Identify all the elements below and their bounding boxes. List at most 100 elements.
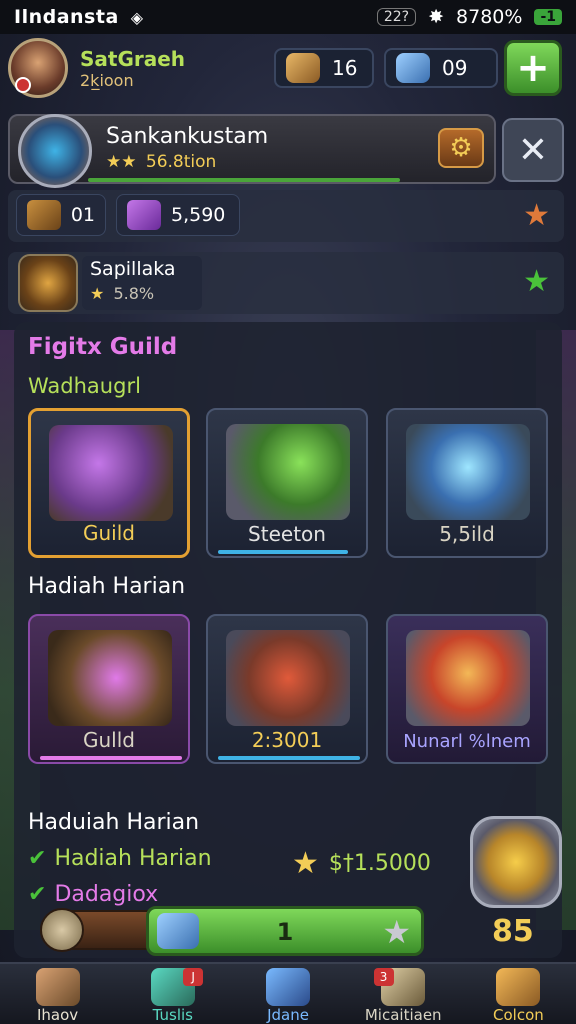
status-bar: Ilndansta ◈ 22? ✸ 8780% -1 xyxy=(0,0,576,34)
claim-button[interactable]: 1 ★ xyxy=(146,906,424,956)
card-label: Gulld xyxy=(83,728,135,752)
status-right: 22? ✸ 8780% -1 xyxy=(376,6,562,28)
golden-chest-icon xyxy=(406,630,530,726)
gem-resource[interactable]: 09 xyxy=(384,48,498,88)
quest-banner[interactable]: Sankankustam ★★ 56.8tion ⚙ xyxy=(8,114,496,188)
banner-sub-text: 56.8tion xyxy=(145,152,217,172)
nav-label: Tuslis xyxy=(152,1006,193,1024)
nav-tab-map[interactable]: J Tuslis xyxy=(115,964,230,1024)
reward-amount-text: $†1.5000 xyxy=(328,851,431,876)
guild-emblem-icon xyxy=(18,254,78,312)
daily-section-title: Hadiah Harian xyxy=(28,574,186,599)
nav-tab-crystal[interactable]: Jdane xyxy=(230,964,345,1024)
crystal-icon xyxy=(266,968,310,1006)
nav-label: Jdane xyxy=(267,1006,309,1024)
player-header: SatGraeh 2k̲ioon 16 09 + xyxy=(8,36,568,100)
claim-value: 1 xyxy=(276,918,294,946)
orange-star-icon[interactable]: ★ xyxy=(523,198,550,233)
magic-chest-icon xyxy=(406,424,530,520)
close-button[interactable]: ✕ xyxy=(502,118,564,182)
nav-tab-shop[interactable]: 3 Micaitiaen xyxy=(346,964,461,1024)
status-percent: 8780% xyxy=(456,6,523,28)
gem-chest-icon xyxy=(226,630,350,726)
reward-label: Hadiah Harian xyxy=(54,846,212,871)
reward-count: 85 xyxy=(492,914,534,949)
gear-icon: ✸ xyxy=(428,6,445,28)
chest-counter[interactable]: 01 xyxy=(16,194,106,236)
scroll-icon xyxy=(286,53,320,83)
guild-card-2[interactable]: Steeton xyxy=(206,408,368,558)
guild-info-sub: ★ 5.8% xyxy=(90,284,154,303)
nav-label: Colcon xyxy=(493,1006,544,1024)
crystal-chest-icon xyxy=(48,630,172,726)
card-label: Nunarl %lnem xyxy=(403,731,531,752)
plus-icon: + xyxy=(516,45,550,91)
home-icon xyxy=(35,968,80,1006)
check-icon: ✔ xyxy=(28,846,47,871)
reward-label: Dadagiox xyxy=(54,882,159,907)
nav-label: Ihaov xyxy=(37,1006,79,1024)
potion-icon xyxy=(127,200,161,230)
guild-info-value: 5.8% xyxy=(113,284,155,303)
potion-counter[interactable]: 5,590 xyxy=(116,194,240,236)
guild-card-1[interactable]: Guild xyxy=(28,408,190,558)
card-progress xyxy=(218,550,348,554)
nav-tab-settings[interactable]: Colcon xyxy=(461,964,576,1024)
chest-icon xyxy=(27,200,61,230)
gem-icon xyxy=(396,53,430,83)
avatar-badge xyxy=(15,77,31,93)
crystal-shield-icon xyxy=(18,114,92,188)
silver-star-icon: ★ xyxy=(382,913,411,951)
counter-row: 01 5,590 ★ xyxy=(8,190,564,242)
gear-icon: ⚙ xyxy=(449,133,473,163)
green-star-icon[interactable]: ★ xyxy=(523,264,550,299)
gold-crystal-icon[interactable] xyxy=(470,816,562,908)
player-subtitle: 2k̲ioon xyxy=(80,70,134,90)
nav-label: Micaitiaen xyxy=(364,1006,442,1024)
reward-amount: ★ $†1.5000 xyxy=(292,846,431,881)
signal-indicator: 22? xyxy=(376,8,417,26)
banner-title: Sankankustam xyxy=(106,124,269,149)
gold-star-icon: ★ xyxy=(292,846,319,881)
daily-card-3[interactable]: Nunarl %lnem xyxy=(386,614,548,764)
potion-count: 5,590 xyxy=(171,204,226,226)
daily-card-1[interactable]: Gulld xyxy=(28,614,190,764)
add-resource-button[interactable]: + xyxy=(504,40,562,96)
guild-info-star: ★ xyxy=(90,284,105,303)
guild-info-row[interactable]: Sapillaka ★ 5.8% ★ xyxy=(8,252,564,314)
rewards-title: Haduiah Harian xyxy=(28,810,200,835)
banner-subtitle: ★★ 56.8tion xyxy=(106,152,216,172)
card-label: Guild xyxy=(83,521,135,545)
slider-handle[interactable] xyxy=(40,908,84,952)
player-avatar[interactable] xyxy=(8,38,68,98)
player-info: SatGraeh 2k̲ioon xyxy=(80,47,185,90)
card-progress xyxy=(40,756,182,760)
daily-card-2[interactable]: 2:3001 xyxy=(206,614,368,764)
banner-progress-bar xyxy=(88,178,400,182)
scroll-resource[interactable]: 16 xyxy=(274,48,374,88)
reward-item-2: ✔ Dadagiox xyxy=(28,882,158,907)
reward-item-1: ✔ Hadiah Harian xyxy=(28,846,212,871)
nav-tab-home[interactable]: Ihaov xyxy=(0,964,115,1024)
banner-settings-button[interactable]: ⚙ xyxy=(438,128,484,168)
guild-card-3[interactable]: 5,5ild xyxy=(386,408,548,558)
glowing-sword-icon xyxy=(226,424,350,520)
close-icon: ✕ xyxy=(517,129,549,171)
battery-indicator: -1 xyxy=(534,9,562,25)
notification-badge: 3 xyxy=(373,968,394,986)
status-title: Ilndansta xyxy=(14,6,119,28)
banner-stars: ★★ xyxy=(106,152,137,172)
card-label: 5,5ild xyxy=(439,522,495,546)
scissors-crystal-icon xyxy=(49,425,173,521)
check-icon: ✔ xyxy=(28,882,47,907)
notification-badge: J xyxy=(183,968,204,986)
card-label: 2:3001 xyxy=(251,728,323,752)
chest-count: 01 xyxy=(70,204,95,226)
guild-info-title: Sapillaka xyxy=(90,258,176,280)
gear-icon xyxy=(496,968,541,1006)
guild-section-subtitle: Wadhaugrl xyxy=(28,374,141,398)
player-name: SatGraeh xyxy=(80,46,186,71)
bottom-nav: Ihaov J Tuslis Jdane 3 Micaitiaen Colcon xyxy=(0,962,576,1024)
gem-count: 09 xyxy=(442,56,468,80)
card-progress xyxy=(218,756,360,760)
